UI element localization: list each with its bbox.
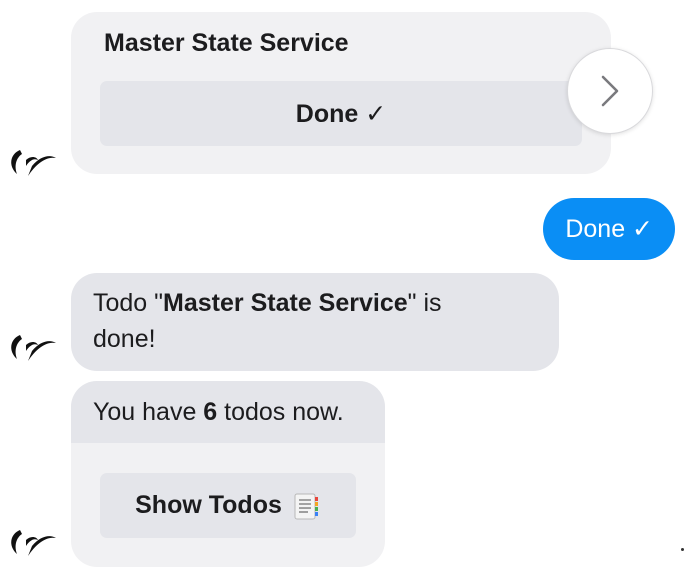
show-todos-label: Show Todos bbox=[135, 491, 282, 519]
carousel-next-button[interactable] bbox=[567, 48, 653, 134]
outgoing-message: Done ✓ bbox=[543, 198, 675, 260]
chat-thread: Master State Service Done ✓ Done ✓ Todo … bbox=[0, 0, 685, 578]
todo-count-card: You have 6 todos now. Show Todos bbox=[71, 381, 385, 567]
done-message-suffix: " is bbox=[407, 289, 442, 317]
chevron-right-icon bbox=[601, 75, 619, 107]
bot-logo-icon bbox=[11, 335, 56, 361]
todo-count-value: 6 bbox=[203, 398, 218, 426]
done-message: Todo "Master State Service" is done! bbox=[71, 273, 559, 371]
card-title: Master State Service bbox=[104, 29, 349, 57]
done-message-line2: done! bbox=[93, 325, 156, 353]
todo-count-header: You have 6 todos now. bbox=[71, 381, 385, 443]
show-todos-button[interactable]: Show Todos bbox=[100, 473, 356, 538]
bot-logo-icon bbox=[11, 150, 56, 176]
typing-indicator-dot bbox=[681, 548, 684, 551]
todo-count-prefix: You have bbox=[93, 398, 204, 426]
done-message-prefix: Todo " bbox=[93, 289, 164, 317]
todo-card: Master State Service Done ✓ bbox=[71, 12, 611, 174]
done-message-todo-name: Master State Service bbox=[163, 289, 408, 317]
notepad-icon bbox=[294, 493, 318, 519]
done-button[interactable]: Done ✓ bbox=[100, 81, 582, 146]
bot-logo-icon bbox=[11, 530, 56, 556]
todo-count-suffix: todos now. bbox=[217, 398, 344, 426]
